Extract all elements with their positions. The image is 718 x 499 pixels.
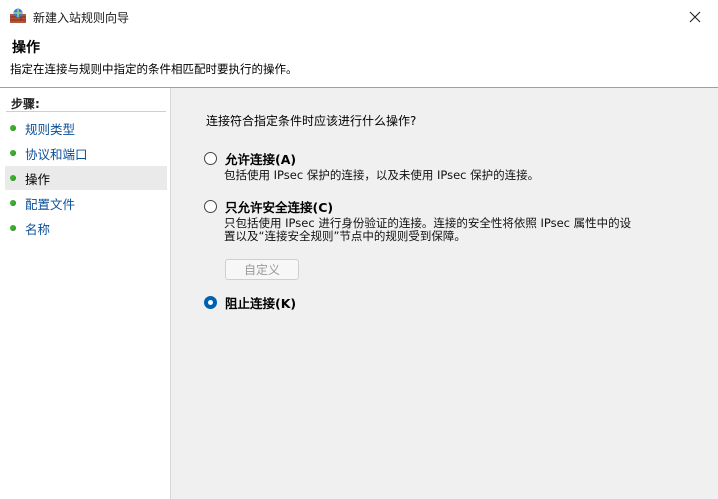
step-bullet-icon xyxy=(10,200,16,206)
sidebar-item-action[interactable]: 操作 xyxy=(5,166,167,190)
page-header: 操作 指定在连接与规则中指定的条件相匹配时要执行的操作。 xyxy=(0,33,718,87)
allow-secure-radio[interactable] xyxy=(204,200,217,213)
steps-divider xyxy=(6,111,166,112)
sidebar-item-label: 规则类型 xyxy=(25,121,76,137)
allow-secure-description-line2: 置以及“连接安全规则”节点中的规则受到保障。 xyxy=(224,229,466,243)
action-question: 连接符合指定条件时应该进行什么操作? xyxy=(206,114,417,128)
sidebar-item-profile[interactable]: 配置文件 xyxy=(5,191,167,215)
sidebar-item-label: 协议和端口 xyxy=(25,146,88,162)
allow-connection-description: 包括使用 IPsec 保护的连接，以及未使用 IPsec 保护的连接。 xyxy=(224,168,540,182)
allow-connection-option[interactable]: 允许连接(A) xyxy=(204,149,296,168)
sidebar-item-label: 操作 xyxy=(25,171,51,187)
close-button[interactable] xyxy=(672,0,718,33)
block-connection-label: 阻止连接(K) xyxy=(225,296,297,311)
sidebar-item-label: 配置文件 xyxy=(25,196,76,212)
block-connection-radio[interactable] xyxy=(204,296,217,309)
title-bar: 新建入站规则向导 xyxy=(0,0,718,33)
steps-label: 步骤: xyxy=(11,97,40,111)
steps-sidebar: 步骤: 规则类型 协议和端口 操作 配置文件 名称 xyxy=(0,88,171,499)
page-title: 操作 xyxy=(12,40,40,56)
sidebar-item-label: 名称 xyxy=(25,221,51,237)
sidebar-item-protocol-ports[interactable]: 协议和端口 xyxy=(5,141,167,165)
allow-secure-option[interactable]: 只允许安全连接(C) xyxy=(204,197,333,216)
block-connection-option[interactable]: 阻止连接(K) xyxy=(204,293,296,312)
main-content: 连接符合指定条件时应该进行什么操作? 允许连接(A) 包括使用 IPsec 保护… xyxy=(171,88,718,499)
sidebar-item-name[interactable]: 名称 xyxy=(5,216,167,240)
window-title: 新建入站规则向导 xyxy=(33,11,130,25)
step-bullet-icon xyxy=(10,125,16,131)
allow-connection-radio[interactable] xyxy=(204,152,217,165)
close-icon xyxy=(689,11,701,22)
step-bullet-icon xyxy=(10,150,16,156)
firewall-app-icon xyxy=(10,8,26,23)
allow-secure-description-line1: 只包括使用 IPsec 进行身份验证的连接。连接的安全性将依照 IPsec 属性… xyxy=(224,216,632,230)
customize-button[interactable]: 自定义 xyxy=(225,259,299,280)
allow-connection-label: 允许连接(A) xyxy=(225,152,297,167)
step-bullet-icon xyxy=(10,225,16,231)
step-bullet-icon xyxy=(10,175,16,181)
sidebar-item-rule-type[interactable]: 规则类型 xyxy=(5,116,167,140)
page-description: 指定在连接与规则中指定的条件相匹配时要执行的操作。 xyxy=(10,62,298,76)
allow-secure-label: 只允许安全连接(C) xyxy=(225,200,334,215)
